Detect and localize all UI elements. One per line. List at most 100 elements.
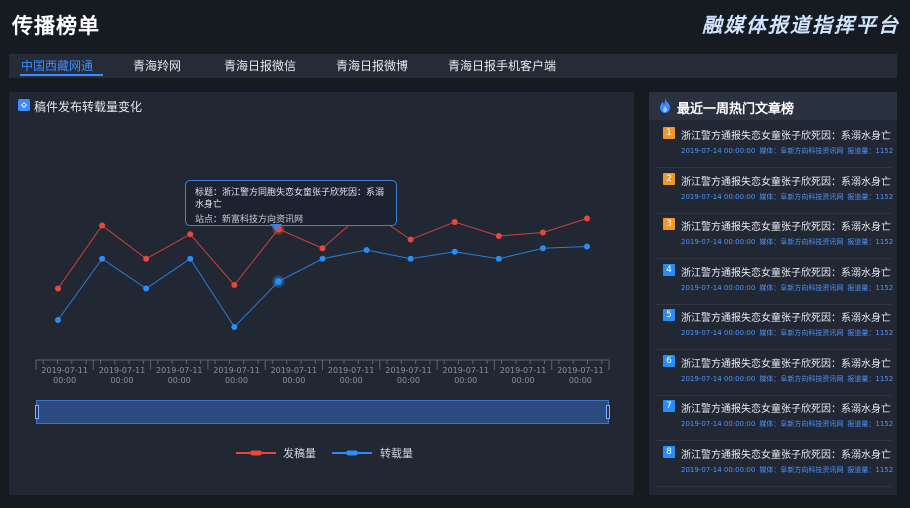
article-date: 2019-07-14 00:00:00	[681, 192, 756, 201]
x-tick-label: 2019-07-11 00:00	[213, 366, 260, 385]
article-reposts: 报道量：1152	[847, 420, 894, 428]
chart-tooltip: 标题：浙江警方同胞失恋女童张子欣死因：系溺水身亡 站点：新富科技方向资讯网	[185, 180, 397, 226]
hot-articles-title: 最近一周热门文章榜	[677, 102, 795, 117]
article-title[interactable]: 浙江警方通报失恋女童张子欣死因：系溺水身亡	[681, 218, 891, 233]
article-list-item[interactable]: 8 浙江警方通报失恋女童张子欣死因：系溺水身亡 2019-07-14 00:00:0…	[649, 441, 897, 487]
article-list-item[interactable]: 7 浙江警方通报失恋女童张子欣死因：系溺水身亡 2019-07-14 00:00:0…	[649, 395, 897, 441]
article-title[interactable]: 浙江警方通报失恋女童张子欣死因：系溺水身亡	[681, 400, 891, 415]
article-reposts: 报道量：1152	[847, 374, 894, 383]
tooltip-pointer	[270, 224, 282, 231]
article-meta: 2019-07-14 00:00:00 媒体：阜新方向科技资讯网 报道量：1152	[681, 328, 897, 338]
rank-badge: 3	[663, 218, 675, 230]
article-date: 2019-07-14 00:00:00	[681, 283, 756, 292]
zoom-handle-right[interactable]	[606, 405, 610, 419]
rank-badge: 2	[663, 172, 675, 185]
flame-icon	[660, 98, 670, 113]
tab-qinghai-app[interactable]: 青海日报手机客户端	[448, 57, 556, 74]
article-media: 媒体：阜新方向科技资讯网	[759, 192, 844, 201]
article-title[interactable]: 浙江警方通报失恋女童张子欣死因：系溺水身亡	[681, 355, 891, 370]
article-list-item[interactable]: 3 浙江警方通报失恋女童张子欣死因：系溺水身亡 2019-07-14 00:00:0…	[649, 213, 897, 259]
highlight-point	[274, 278, 282, 285]
article-date: 2019-07-14 00:00:00	[681, 420, 756, 428]
article-media: 媒体：阜新方向科技资讯网	[759, 465, 844, 474]
article-reposts: 报道量：1152	[847, 329, 894, 337]
legend-icon-series2	[332, 450, 372, 456]
data-point	[143, 285, 150, 292]
tab-zhongguo-xizang[interactable]: 中国西藏网通	[21, 57, 93, 74]
x-tick-label: 2019-07-11 00:00	[99, 366, 146, 385]
article-date: 2019-07-14 00:00:00	[681, 374, 756, 383]
article-title[interactable]: 浙江警方通报失恋女童张子欣死因：系溺水身亡	[681, 309, 891, 324]
active-tab-indicator	[20, 74, 103, 76]
article-title[interactable]: 浙江警方通报失恋女童张子欣死因：系溺水身亡	[681, 446, 891, 461]
data-point	[231, 324, 238, 330]
article-list-item[interactable]: 4 浙江警方通报失恋女童张子欣死因：系溺水身亡 2019-07-14 00:00:0…	[649, 259, 897, 305]
rank-badge: 8	[663, 445, 675, 458]
data-point	[187, 255, 194, 262]
article-meta: 2019-07-14 00:00:00 媒体：阜新方向科技资讯网 报道量：1152	[681, 283, 897, 293]
list-divider	[655, 485, 891, 487]
rank-badge: 5	[663, 309, 675, 321]
tab-qinghai-weibo[interactable]: 青海日报微博	[336, 57, 408, 74]
data-point	[319, 245, 326, 252]
legend-label-series1[interactable]: 发稿量	[283, 445, 316, 461]
tab-bar: 中国西藏网通 青海羚网 青海日报微信 青海日报微博 青海日报手机客户端	[9, 54, 897, 78]
x-tick-label: 2019-07-11 00:00	[41, 366, 88, 385]
zoom-handle-left[interactable]	[35, 405, 39, 419]
page-title: 传播榜单	[12, 14, 100, 38]
article-media: 媒体：阜新方向科技资讯网	[759, 283, 844, 292]
data-point	[495, 233, 502, 239]
data-point	[99, 222, 106, 229]
data-point	[319, 255, 326, 262]
rank-badge: 1	[663, 127, 675, 139]
data-point	[55, 285, 61, 292]
article-meta: 2019-07-14 00:00:00 媒体：阜新方向科技资讯网 报道量：1152	[681, 146, 897, 156]
article-list-item[interactable]: 1 浙江警方通报失恋女童张子欣死因：系溺水身亡 2019-07-14 00:00:0…	[649, 122, 897, 168]
tab-qinghai-lingwang[interactable]: 青海羚网	[133, 57, 181, 74]
article-reposts: 报道量：1152	[847, 283, 894, 292]
x-tick-label: 2019-07-11 00:00	[156, 366, 203, 385]
brand-logo: 融媒体报道指挥平台	[702, 13, 900, 37]
data-point	[584, 243, 590, 250]
data-point	[407, 236, 414, 243]
hot-articles-panel: 最近一周热门文章榜 1 浙江警方通报失恋女童张子欣死因：系溺水身亡 2019-07-…	[649, 92, 897, 495]
tab-qinghai-wechat[interactable]: 青海日报微信	[224, 57, 296, 74]
data-point	[539, 229, 546, 236]
data-point	[539, 245, 546, 252]
article-title[interactable]: 浙江警方通报失恋女童张子欣死因：系溺水身亡	[681, 264, 891, 279]
article-list-item[interactable]: 6 浙江警方通报失恋女童张子欣死因：系溺水身亡 2019-07-14 00:00:0…	[649, 350, 897, 396]
rank-badge: 7	[663, 400, 675, 412]
x-tick-label: 2019-07-11 00:00	[557, 366, 604, 385]
article-reposts: 报道量：1152	[847, 238, 894, 246]
article-media: 媒体：阜新方向科技资讯网	[759, 329, 844, 337]
chart-panel: 稿件发布转载量变化 2019-07-11 00:00 2019-07-11 00:00…	[9, 92, 634, 495]
article-date: 2019-07-14 00:00:00	[681, 238, 756, 246]
data-point	[495, 255, 502, 262]
x-tick-label: 2019-07-11 00:00	[385, 366, 432, 385]
article-date: 2019-07-14 00:00:00	[681, 329, 756, 337]
article-media: 媒体：阜新方向科技资讯网	[759, 147, 844, 155]
data-point	[363, 247, 370, 253]
article-meta: 2019-07-14 00:00:00 媒体：阜新方向科技资讯网 报道量：1152	[681, 192, 897, 202]
article-reposts: 报道量：1152	[847, 147, 894, 155]
article-meta: 2019-07-14 00:00:00 媒体：阜新方向科技资讯网 报道量：1152	[681, 465, 897, 475]
article-media: 媒体：阜新方向科技资讯网	[759, 238, 844, 246]
legend-label-series2[interactable]: 转载量	[380, 445, 413, 461]
rank-badge: 6	[663, 354, 675, 367]
article-meta: 2019-07-14 00:00:00 媒体：阜新方向科技资讯网 报道量：1152	[681, 374, 897, 384]
article-title[interactable]: 浙江警方通报失恋女童张子欣死因：系溺水身亡	[681, 127, 891, 142]
data-point	[584, 215, 590, 222]
article-reposts: 报道量：1152	[847, 465, 894, 474]
legend-icon-series1	[236, 450, 276, 456]
data-point	[407, 255, 414, 262]
article-date: 2019-07-14 00:00:00	[681, 147, 756, 155]
article-list-item[interactable]: 5 浙江警方通报失恋女童张子欣死因：系溺水身亡 2019-07-14 00:00:0…	[649, 304, 897, 350]
article-list-item[interactable]: 2 浙江警方通报失恋女童张子欣死因：系溺水身亡 2019-07-14 00:00:0…	[649, 168, 897, 214]
article-title[interactable]: 浙江警方通报失恋女童张子欣死因：系溺水身亡	[681, 173, 891, 188]
data-zoom-slider[interactable]	[35, 400, 610, 424]
article-meta: 2019-07-14 00:00:00 媒体：阜新方向科技资讯网 报道量：1152	[681, 237, 897, 247]
article-media: 媒体：阜新方向科技资讯网	[759, 420, 844, 428]
data-point	[187, 231, 194, 238]
tooltip-site: 站点：新富科技方向资讯网	[195, 215, 304, 225]
x-tick-label: 2019-07-11 00:00	[500, 366, 547, 385]
